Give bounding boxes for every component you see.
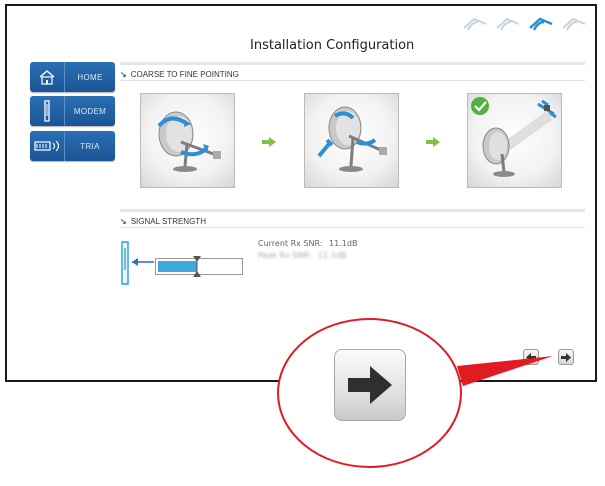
sidebar-item-tria[interactable]: TRIA [30,131,115,161]
pointing-section-title: COARSE TO FINE POINTING [130,69,239,79]
section-arrow-icon: ↘ [120,69,127,79]
sidebar-item-label: MODEM [73,106,107,116]
snr-label: Current Rx SNR: [258,239,323,248]
snr-blurred-value: 11.1dB [318,251,347,260]
pointing-section-header: ↘ COARSE TO FINE POINTING [120,62,585,81]
sidebar-item-label: TRIA [80,141,100,151]
wizard-step-1-icon [463,17,487,31]
pointing-step-aligned [467,93,562,188]
modem-signal-icon [121,241,154,285]
signal-section-title: SIGNAL STRENGTH [130,216,206,226]
divider [120,227,585,228]
dish-coarse-adjust-icon [157,111,221,172]
next-button[interactable] [558,349,574,365]
next-button-magnified[interactable] [334,349,406,421]
signal-peak-marker-icon [193,256,201,277]
arrow-right-icon [348,366,392,404]
modem-icon [30,96,65,126]
signal-strength-meter [155,256,243,277]
snr-readout-blurred: Peak Rx SNR: 11.1dB [258,251,346,260]
wizard-steps [462,14,587,34]
app-window [5,4,597,382]
wizard-step-3-icon [529,17,553,31]
pointing-step-coarse [140,93,235,188]
home-icon [30,62,65,92]
page-title: Installation Configuration [250,38,415,53]
divider [120,80,585,81]
callout-pointer [457,356,553,386]
tria-icon [30,131,65,161]
section-arrow-icon: ↘ [120,216,127,226]
snr-blurred-label: Peak Rx SNR: [258,251,312,260]
step-arrow-icon [426,137,440,147]
sidebar-item-label: HOME [77,72,103,82]
snr-readout: Current Rx SNR: 11.1dB [258,239,357,248]
wizard-step-4-icon [562,17,586,31]
arrow-right-icon [561,352,571,362]
snr-value: 11.1dB [329,239,358,248]
step-arrow-icon [262,137,276,147]
sidebar-item-modem[interactable]: MODEM [30,96,115,126]
sidebar-item-home[interactable]: HOME [30,62,115,92]
dish-fine-adjust-icon [317,106,387,172]
pointing-step-fine [304,93,399,188]
signal-section-header: ↘ SIGNAL STRENGTH [120,209,585,228]
dish-aligned-satellite-icon [471,97,557,177]
wizard-step-2-icon [496,17,520,31]
signal-strength-fill [158,261,197,272]
